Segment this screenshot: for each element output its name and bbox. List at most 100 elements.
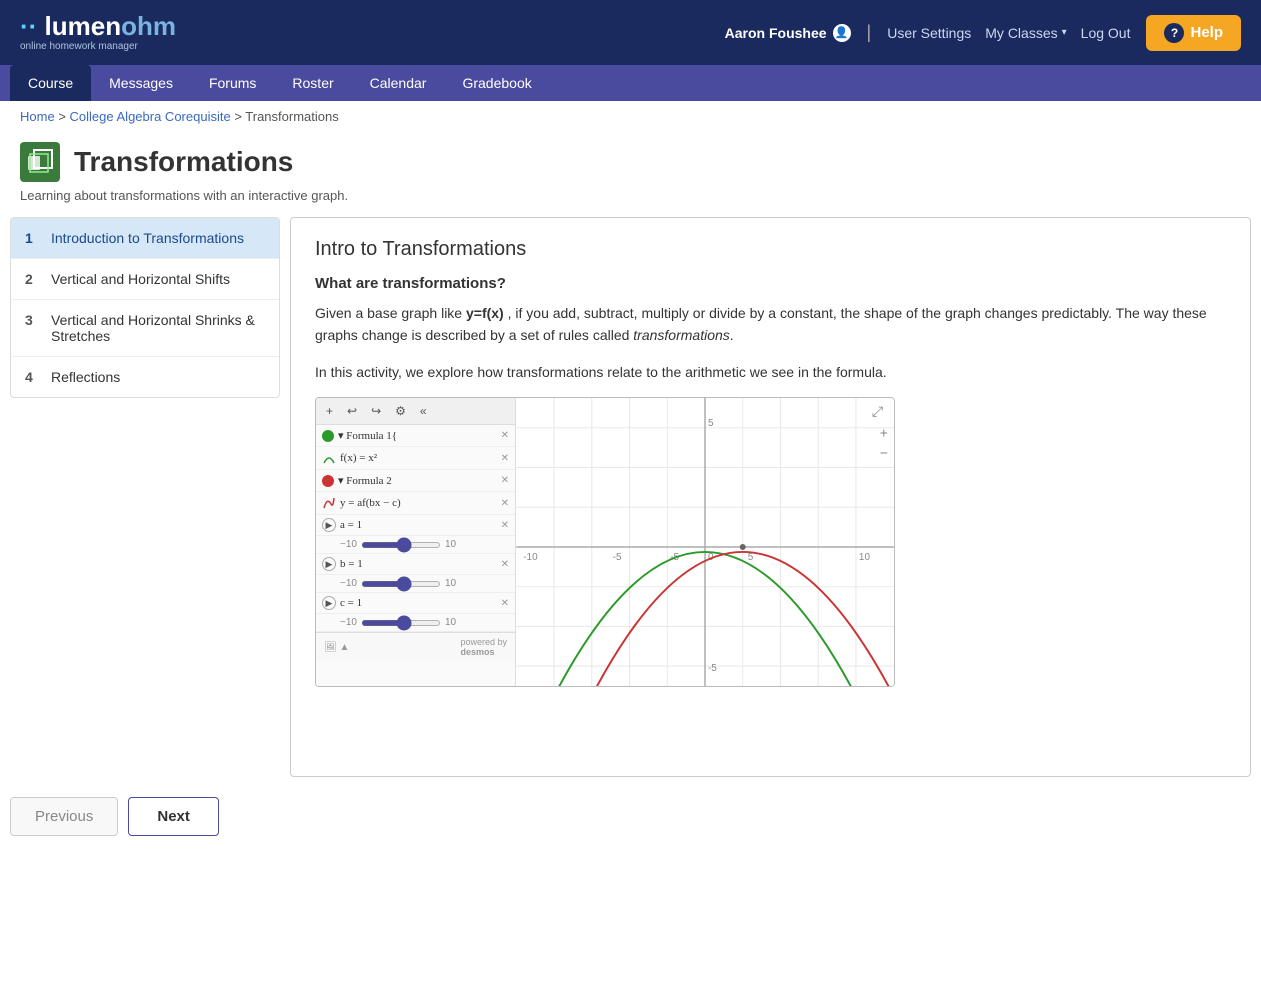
my-classes-link[interactable]: My Classes ▾ (985, 25, 1066, 41)
slider-b-input[interactable] (361, 581, 441, 587)
sidebar-item-label-3: Vertical and Horizontal Shrinks & Stretc… (51, 312, 265, 344)
nav-calendar[interactable]: Calendar (352, 65, 445, 101)
formula1-eq-row: f(x) = x² ✕ (316, 447, 515, 470)
page-icon (20, 142, 60, 182)
help-icon: ? (1164, 23, 1184, 43)
logo-ohm: ohm (121, 11, 176, 41)
slider-a-min: −10 (340, 539, 357, 550)
svg-text:+: + (880, 425, 888, 441)
graph-right-panel: 5 -5 5 10 -10 -5 0 -5 ⤢ (516, 398, 894, 686)
slider-a-close[interactable]: ✕ (501, 520, 509, 531)
graph-settings-btn[interactable]: ⚙ (391, 402, 410, 420)
slider-a-label: a = 1 (340, 519, 370, 531)
sidebar-item-label-1: Introduction to Transformations (51, 230, 244, 246)
nav-course[interactable]: Course (10, 65, 91, 101)
graph-collapse-btn[interactable]: « (416, 402, 431, 420)
formula1-eq-close[interactable]: ✕ (501, 453, 509, 464)
formula1-icon (322, 451, 336, 465)
next-button[interactable]: Next (128, 797, 219, 836)
logo-subtitle: online homework manager (20, 41, 138, 52)
slider-a-play-icon[interactable]: ▶ (322, 518, 336, 532)
chevron-down-icon: ▾ (1062, 27, 1067, 38)
slider-b-close[interactable]: ✕ (501, 559, 509, 570)
sidebar-item-num-4: 4 (25, 369, 43, 385)
formula1-label: ▾ Formula 1{ (338, 429, 397, 442)
formula-bold: y=f(x) (466, 305, 504, 321)
user-icon: 👤 (833, 24, 851, 42)
sidebar: 1 Introduction to Transformations 2 Vert… (10, 217, 280, 398)
slider-a-input[interactable] (361, 542, 441, 548)
sidebar-item-label-4: Reflections (51, 369, 120, 385)
sidebar-item-4[interactable]: 4 Reflections (11, 357, 279, 397)
nav-gradebook[interactable]: Gradebook (444, 65, 549, 101)
graph-left-panel: + ↩ ↪ ⚙ « ▾ Formula 1{ ✕ f(x) (316, 398, 516, 686)
slider-c-row: ▶ c = 1 ✕ (316, 593, 515, 614)
slider-a-max: 10 (445, 539, 456, 550)
slider-b-label: b = 1 (340, 558, 370, 570)
formula1-close[interactable]: ✕ (501, 430, 509, 441)
slider-b-row: ▶ b = 1 ✕ (316, 554, 515, 575)
powered-by: powered bydesmos (460, 637, 507, 657)
svg-text:-5: -5 (708, 663, 717, 674)
graph-redo-btn[interactable]: ↪ (367, 402, 385, 420)
transformations-icon (26, 148, 54, 176)
formula1-dot (322, 430, 334, 442)
slider-c-close[interactable]: ✕ (501, 598, 509, 609)
slider-c-play-icon[interactable]: ▶ (322, 596, 336, 610)
slider-c-min: −10 (340, 617, 357, 628)
sidebar-item-1[interactable]: 1 Introduction to Transformations (11, 218, 279, 259)
content-panel: Intro to Transformations What are transf… (290, 217, 1251, 777)
header-divider: | (867, 22, 872, 43)
breadcrumb-course[interactable]: College Algebra Corequisite (70, 109, 231, 124)
help-button[interactable]: ? Help (1146, 15, 1241, 51)
user-name: Aaron Foushee (725, 25, 827, 41)
nav-bar: Course Messages Forums Roster Calendar G… (0, 65, 1261, 101)
logo-lumen: lumen (45, 11, 122, 41)
sidebar-item-3[interactable]: 3 Vertical and Horizontal Shrinks & Stre… (11, 300, 279, 357)
graph-svg: 5 -5 5 10 -10 -5 0 -5 ⤢ (516, 398, 894, 686)
sidebar-item-num-1: 1 (25, 230, 43, 246)
breadcrumb-home[interactable]: Home (20, 109, 55, 124)
graph-container: + ↩ ↪ ⚙ « ▾ Formula 1{ ✕ f(x) (315, 397, 895, 687)
breadcrumb: Home > College Algebra Corequisite > Tra… (0, 101, 1261, 132)
sidebar-item-label-2: Vertical and Horizontal Shifts (51, 271, 230, 287)
content-title: Intro to Transformations (315, 238, 1226, 261)
graph-undo-btn[interactable]: ↩ (343, 402, 361, 420)
slider-b-play-icon[interactable]: ▶ (322, 557, 336, 571)
content-paragraph1: Given a base graph like y=f(x) , if you … (315, 302, 1226, 347)
formula2-dot (322, 475, 334, 487)
formula2-header-row: ▾ Formula 2 ✕ (316, 470, 515, 492)
previous-button[interactable]: Previous (10, 797, 118, 836)
sidebar-item-2[interactable]: 2 Vertical and Horizontal Shifts (11, 259, 279, 300)
formula2-eq-row: y = af(bx − c) ✕ (316, 492, 515, 515)
slider-b-control-row: −10 10 (316, 575, 515, 593)
main-layout: 1 Introduction to Transformations 2 Vert… (0, 217, 1261, 777)
slider-b-min: −10 (340, 578, 357, 589)
logout-link[interactable]: Log Out (1081, 25, 1131, 41)
page-subtitle: Learning about transformations with an i… (0, 188, 1261, 217)
svg-text:5: 5 (708, 418, 714, 429)
content-paragraph2: In this activity, we explore how transfo… (315, 361, 1226, 383)
logo-text: ·· lumenohm (20, 13, 176, 39)
formula2-icon (322, 496, 336, 510)
graph-footer: 🖼 ▲ powered bydesmos (316, 632, 515, 661)
slider-c-input[interactable] (361, 620, 441, 626)
svg-text:10: 10 (859, 552, 871, 563)
graph-toolbar: + ↩ ↪ ⚙ « (316, 398, 515, 425)
slider-a-row: ▶ a = 1 ✕ (316, 515, 515, 536)
header-nav-links: User Settings My Classes ▾ Log Out (887, 25, 1130, 41)
nav-forums[interactable]: Forums (191, 65, 274, 101)
nav-roster[interactable]: Roster (274, 65, 351, 101)
formula2-equation: y = af(bx − c) (340, 497, 401, 509)
user-settings-link[interactable]: User Settings (887, 25, 971, 41)
formula2-close[interactable]: ✕ (501, 475, 509, 486)
page-header: Transformations (0, 132, 1261, 188)
sidebar-item-num-3: 3 (25, 312, 43, 328)
nav-buttons: Previous Next (0, 777, 1261, 856)
nav-messages[interactable]: Messages (91, 65, 191, 101)
formula2-eq-close[interactable]: ✕ (501, 498, 509, 509)
top-header: ·· lumenohm online homework manager Aaro… (0, 0, 1261, 65)
graph-add-btn[interactable]: + (322, 402, 337, 420)
header-user: Aaron Foushee 👤 (725, 24, 851, 42)
graph-img-btn[interactable]: 🖼 ▲ (324, 642, 349, 653)
